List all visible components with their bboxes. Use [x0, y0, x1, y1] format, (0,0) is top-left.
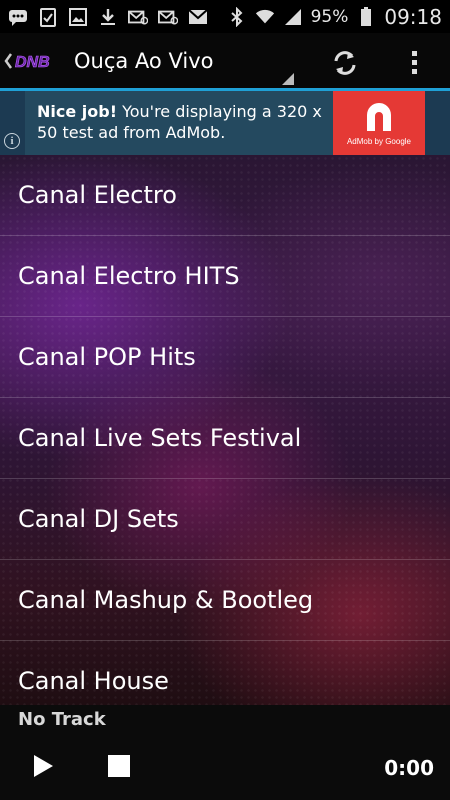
- list-item[interactable]: Canal Mashup & Bootleg: [0, 560, 450, 641]
- status-bar: 95% 09:18: [0, 0, 450, 33]
- battery-icon: [356, 6, 376, 26]
- admob-logo: AdMob by Google: [333, 91, 425, 155]
- wifi-icon: [255, 8, 275, 26]
- image-icon: [68, 7, 88, 26]
- player-bar: No Track 0:00: [0, 705, 450, 800]
- list-item[interactable]: Canal House: [0, 641, 450, 705]
- clock: 09:18: [384, 4, 442, 29]
- track-title: No Track: [18, 709, 106, 730]
- play-button[interactable]: [28, 751, 58, 781]
- action-bar: DNB Ouça Ao Vivo: [0, 33, 450, 91]
- bluetooth-icon: [227, 6, 247, 27]
- list-item[interactable]: Canal Live Sets Festival: [0, 398, 450, 479]
- ad-text: Nice job! You're displaying a 320 x 50 t…: [25, 91, 335, 155]
- app-logo-up-button[interactable]: DNB: [0, 41, 60, 81]
- channel-list[interactable]: Canal Electro Canal Electro HITS Canal P…: [0, 155, 450, 705]
- list-item[interactable]: Canal Electro HITS: [0, 236, 450, 317]
- elapsed-time: 0:00: [384, 756, 434, 780]
- refresh-icon: [334, 51, 356, 75]
- screen-title-spinner[interactable]: Ouça Ao Vivo: [74, 49, 213, 73]
- refresh-button[interactable]: [327, 45, 363, 81]
- gmail-icon: [188, 8, 208, 26]
- info-icon[interactable]: i: [4, 133, 20, 149]
- admob-caption: AdMob by Google: [346, 136, 412, 146]
- clipboard-check-icon: [38, 7, 58, 27]
- list-item[interactable]: Canal DJ Sets: [0, 479, 450, 560]
- email-icon: [158, 8, 178, 26]
- download-icon: [98, 8, 118, 26]
- chat-icon: [8, 8, 28, 26]
- battery-percent: 95%: [310, 6, 349, 27]
- ad-content[interactable]: Nice job! You're displaying a 320 x 50 t…: [25, 91, 425, 155]
- list-item[interactable]: Canal Electro: [0, 155, 450, 236]
- overflow-menu-button[interactable]: [400, 45, 430, 81]
- ad-bold-text: Nice job!: [37, 102, 118, 121]
- spinner-arrow-icon: [282, 73, 294, 85]
- ad-banner[interactable]: i Nice job! You're displaying a 320 x 50…: [0, 91, 450, 155]
- email-icon: [128, 8, 148, 26]
- signal-icon: [283, 8, 303, 26]
- stop-button[interactable]: [104, 751, 134, 781]
- admob-icon: [367, 102, 391, 131]
- logo-text: DNB: [15, 54, 50, 71]
- play-icon: [34, 755, 53, 777]
- stop-icon: [108, 755, 130, 777]
- list-item[interactable]: Canal POP Hits: [0, 317, 450, 398]
- more-vert-icon: [412, 51, 417, 74]
